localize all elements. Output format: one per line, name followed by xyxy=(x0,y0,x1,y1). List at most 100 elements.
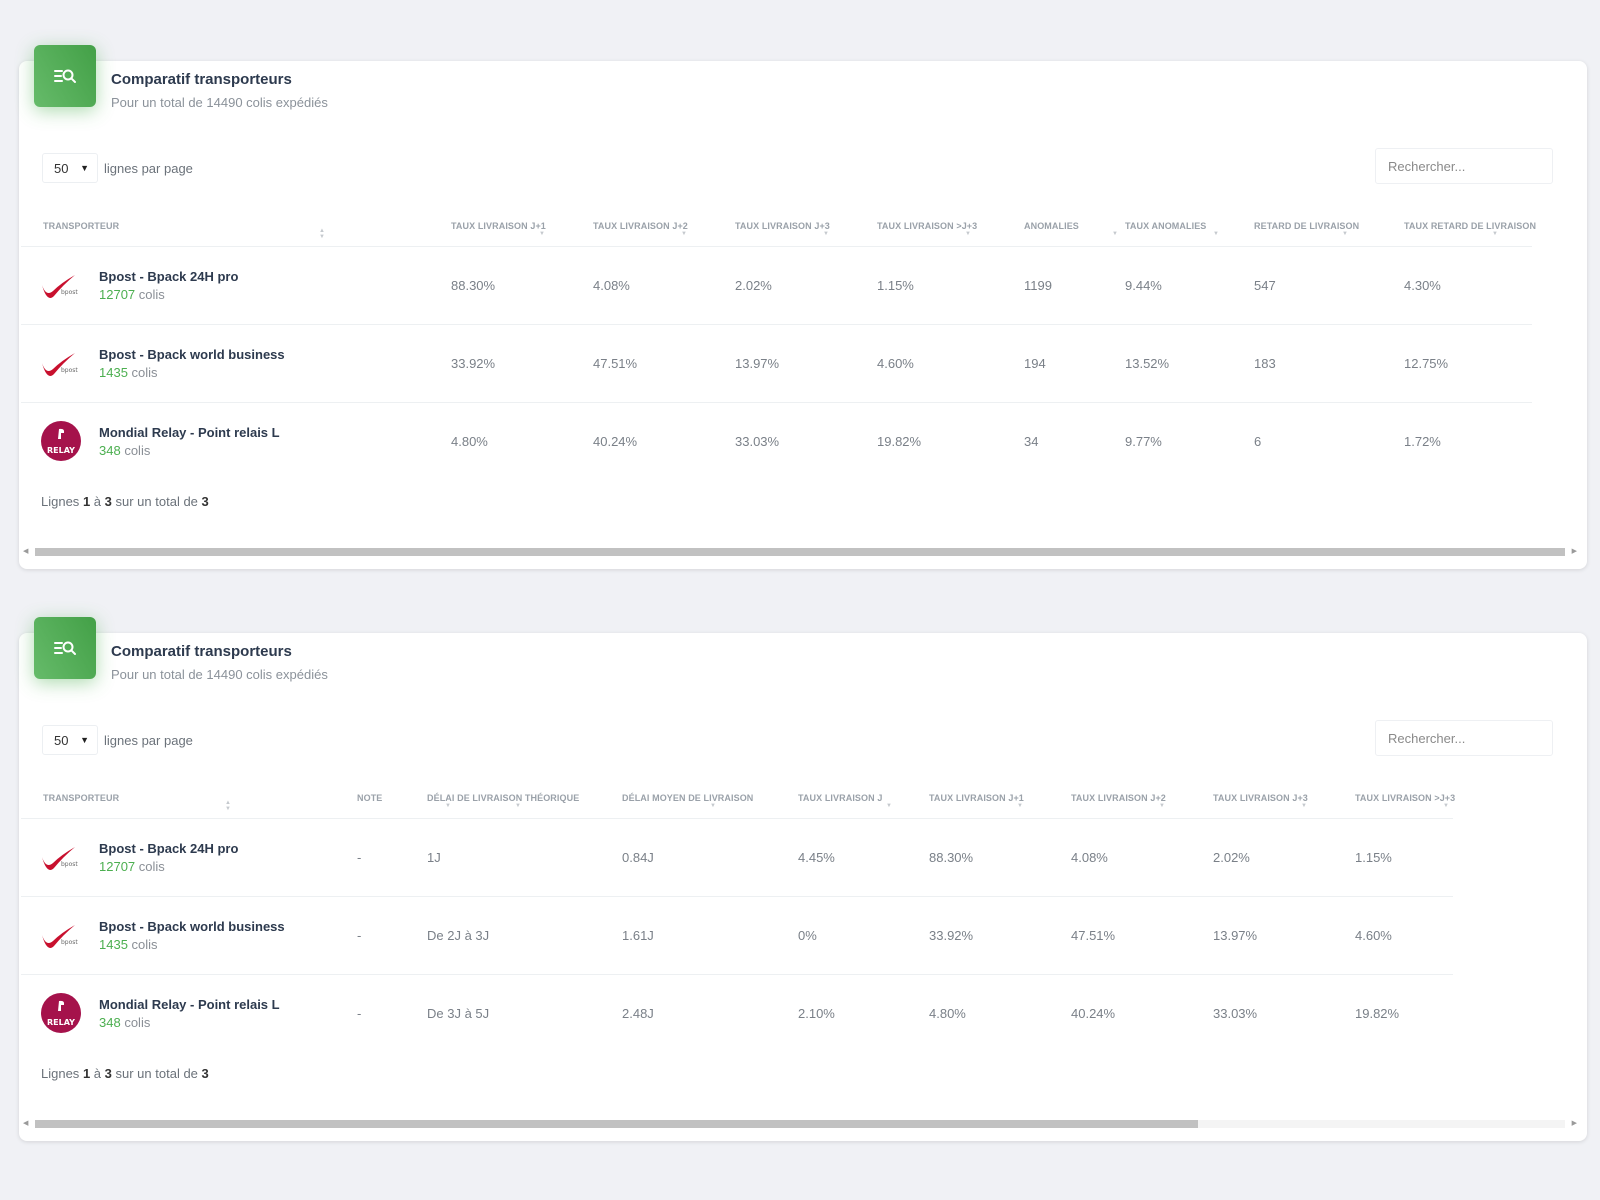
cell-taux-anomalies: 9.77% xyxy=(1103,401,1232,480)
column-header-taux-livraison-j[interactable]: Taux livraison J ▼ xyxy=(776,778,907,818)
info-prefix: Lignes xyxy=(41,494,80,509)
column-header-taux-livraison-j-1[interactable]: Taux livraison J+1 ▼ xyxy=(907,778,1049,818)
column-header-label: Taux livraison J xyxy=(798,792,883,803)
cell-taux-livraison-j-3: 1.15% xyxy=(1333,817,1453,896)
column-header-taux-livraison-j-3[interactable]: Taux livraison J+3 ▼ xyxy=(1191,778,1333,818)
card-title: Comparatif transporteurs xyxy=(111,643,292,660)
cell-taux-retard-de-livraison: 1.72% xyxy=(1382,401,1532,480)
table-row[interactable]: RELAY Mondial Relay - Point relais L 348 c… xyxy=(21,401,1532,480)
column-header-note[interactable]: Note ▼ xyxy=(335,778,451,818)
sort-icon[interactable]: ▼ xyxy=(1443,803,1449,809)
carrier-comparison-card: Comparatif transporteurs Pour un total d… xyxy=(19,45,1587,569)
cell-taux-livraison-j-2: 4.08% xyxy=(571,245,713,324)
sort-icon[interactable]: ▼ xyxy=(1342,231,1348,237)
column-header-taux-livraison-j-3[interactable]: Taux livraison >J+3 ▼ xyxy=(1333,778,1455,818)
cell-delai-de-livraison-theorique: De 3J à 5J xyxy=(405,973,600,1052)
sort-icon[interactable]: ▼ xyxy=(681,231,687,237)
sort-icon[interactable]: ▼ xyxy=(965,231,971,237)
scroll-left-icon[interactable]: ◀ xyxy=(23,547,28,555)
column-header-taux-retard-de-livraison[interactable]: Taux retard de livraison ▼ xyxy=(1382,206,1536,246)
column-header-transporteur[interactable]: Transporteur ▲ ▼ xyxy=(21,206,429,246)
scroll-right-icon[interactable]: ▶ xyxy=(1572,547,1577,555)
cell-taux-livraison-j-1: 88.30% xyxy=(429,245,571,324)
sort-icon[interactable]: ▲ ▼ xyxy=(225,800,231,812)
cell-taux-retard-de-livraison: 12.75% xyxy=(1382,323,1532,402)
sort-icon[interactable]: ▼ xyxy=(515,803,521,809)
page-length-select[interactable]: 50 ▼ xyxy=(42,153,98,183)
cell-taux-livraison-j-1: 4.80% xyxy=(429,401,571,480)
carrier-info: RELAY Mondial Relay - Point relais L 348 c… xyxy=(21,991,335,1035)
carrier-table: Transporteur ▲ ▼ Note ▼ Délai de livraison th… xyxy=(21,778,1455,1052)
sort-icon[interactable]: ▼ xyxy=(1159,803,1165,809)
column-header-taux-livraison-j-2[interactable]: Taux livraison J+2 ▼ xyxy=(1049,778,1191,818)
column-header-transporteur[interactable]: Transporteur ▲ ▼ xyxy=(21,778,335,818)
scroll-track[interactable] xyxy=(35,548,1565,556)
table-row[interactable]: bpost Bpost - Bpack 24H pro 12707 colis -1J… xyxy=(21,817,1453,896)
carrier-info: bpost Bpost - Bpack 24H pro 12707 colis xyxy=(21,835,335,879)
carrier-cell: bpost Bpost - Bpack world business 1435 co… xyxy=(21,895,335,974)
info-prefix: Lignes xyxy=(41,1066,80,1081)
cell-taux-livraison-j-1: 4.80% xyxy=(907,973,1049,1052)
search-input[interactable] xyxy=(1375,720,1553,756)
horizontal-scrollbar[interactable]: ◀ ▶ xyxy=(21,1117,1579,1131)
column-header-taux-livraison-j-1[interactable]: Taux livraison J+1 ▼ xyxy=(429,206,571,246)
cell-delai-moyen-de-livraison: 0.84J xyxy=(600,817,776,896)
scroll-thumb[interactable] xyxy=(35,548,1565,556)
sort-icon[interactable]: ▲ ▼ xyxy=(319,228,325,240)
sort-icon[interactable]: ▼ xyxy=(710,803,716,809)
sort-icon[interactable]: ▼ xyxy=(1492,231,1498,237)
column-header-anomalies[interactable]: Anomalies ▼ xyxy=(1002,206,1118,246)
column-header-taux-anomalies[interactable]: Taux anomalies ▼ xyxy=(1103,206,1232,246)
scroll-thumb[interactable] xyxy=(35,1120,1198,1128)
carrier-parcel-count: 348 colis xyxy=(99,443,280,458)
carrier-parcel-count: 12707 colis xyxy=(99,859,238,874)
horizontal-scrollbar[interactable]: ◀ ▶ xyxy=(21,545,1579,559)
parcel-count-unit: colis xyxy=(138,858,165,874)
chevron-down-icon: ▼ xyxy=(80,163,89,173)
table-row[interactable]: bpost Bpost - Bpack 24H pro 12707 colis 88.… xyxy=(21,245,1532,324)
carrier-name: Mondial Relay - Point relais L xyxy=(99,424,280,440)
table-row[interactable]: RELAY Mondial Relay - Point relais L 348 c… xyxy=(21,973,1453,1052)
column-header-retard-de-livraison[interactable]: Retard de livraison ▼ xyxy=(1232,206,1382,246)
list-search-icon xyxy=(34,45,96,107)
column-header-taux-livraison-j-3[interactable]: Taux livraison J+3 ▼ xyxy=(713,206,855,246)
column-header-label: Taux livraison J+1 xyxy=(929,792,1024,803)
table-header-row: Transporteur ▲ ▼ Taux livraison J+1 ▼ Taux li… xyxy=(21,206,1536,246)
carrier-info: bpost Bpost - Bpack world business 1435 co… xyxy=(21,913,335,957)
sort-icon[interactable]: ▼ xyxy=(1301,803,1307,809)
page-length-value: 50 xyxy=(54,160,69,176)
cell-taux-livraison-j-3: 2.02% xyxy=(1191,817,1333,896)
parcel-count-value: 12707 xyxy=(99,286,136,302)
cell-taux-livraison-j-2: 4.08% xyxy=(1049,817,1191,896)
cell-taux-livraison-j-3: 4.60% xyxy=(1333,895,1453,974)
cell-anomalies: 1199 xyxy=(1002,245,1103,324)
column-header-label: Transporteur xyxy=(43,220,120,231)
cell-note: - xyxy=(335,817,405,896)
scroll-left-icon[interactable]: ◀ xyxy=(23,1119,28,1127)
sort-icon[interactable]: ▼ xyxy=(823,231,829,237)
column-header-taux-livraison-j-3[interactable]: Taux livraison >J+3 ▼ xyxy=(855,206,1002,246)
mondial-relay-logo-icon: RELAY xyxy=(39,991,83,1035)
scroll-right-icon[interactable]: ▶ xyxy=(1572,1119,1577,1127)
table-row[interactable]: bpost Bpost - Bpack world business 1435 co… xyxy=(21,323,1532,402)
scroll-track[interactable] xyxy=(35,1120,1565,1128)
column-header-label: Taux anomalies xyxy=(1125,220,1207,231)
sort-icon[interactable]: ▼ xyxy=(1017,803,1023,809)
sort-icon[interactable]: ▼ xyxy=(1213,231,1219,237)
table-row[interactable]: bpost Bpost - Bpack world business 1435 co… xyxy=(21,895,1453,974)
sort-icon[interactable]: ▼ xyxy=(539,231,545,237)
parcel-count-value: 12707 xyxy=(99,858,136,874)
sort-icon[interactable]: ▼ xyxy=(886,803,892,809)
carrier-parcel-count: 12707 colis xyxy=(99,287,238,302)
column-header-label: Taux livraison J+3 xyxy=(1213,792,1308,803)
column-header-delai-moyen-de-livraison[interactable]: Délai moyen de livraison ▼ xyxy=(600,778,776,818)
info-sep: à xyxy=(93,1066,102,1081)
search-input[interactable] xyxy=(1375,148,1553,184)
column-header-delai-de-livraison-theorique[interactable]: Délai de livraison théorique ▼ xyxy=(405,778,600,818)
column-header-taux-livraison-j-2[interactable]: Taux livraison J+2 ▼ xyxy=(571,206,713,246)
cell-taux-livraison-j-3: 13.97% xyxy=(1191,895,1333,974)
page-length-select[interactable]: 50 ▼ xyxy=(42,725,98,755)
info-start: 1 xyxy=(82,494,91,509)
column-header-label: Taux livraison J+2 xyxy=(1071,792,1166,803)
parcel-count-unit: colis xyxy=(131,364,158,380)
